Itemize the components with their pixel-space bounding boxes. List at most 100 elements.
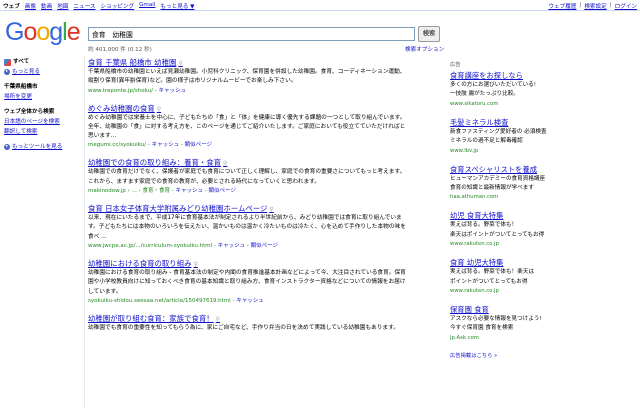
ad-url: www.lbv.jp (450, 147, 479, 154)
google-logo[interactable]: Google (5, 18, 81, 46)
result-item: 幼稚園が取り組む食育：家族で食育！ ⚲ 幼稚園でも食育の重要性を知ってもらう為に、… (88, 314, 418, 333)
ad-url: www.rakuten.co.jp (450, 288, 499, 295)
ad-url: jp.Ask.com (450, 334, 479, 341)
similar-link[interactable]: 類似ページ (209, 188, 236, 194)
similar-link[interactable]: 類似ページ (185, 142, 212, 148)
ad-text: 一技肢 腸がたっぷり比較。 (450, 91, 519, 98)
nav-shopping[interactable]: ショッピング (101, 2, 135, 10)
left-sidebar: すべて ▸ もっと見る 千葉県船橋市 場所を変更 ウェブ全体から検索 日本語のペ… (4, 57, 82, 152)
ad-item: 食育 幼児大特集 実えば背る。野菜で体も！楽天は ポイントがついてとってもお得 … (450, 257, 635, 296)
preview-magnifier-icon[interactable]: ⚲ (216, 316, 220, 323)
ad-title[interactable]: 保育園 食育 (450, 304, 635, 315)
sidebar-more-tools[interactable]: ▸ もっとツールを見る (4, 142, 82, 152)
ads-info-link[interactable]: 広告掲載はこちら » (450, 351, 635, 359)
result-url: syokuiku-shidou.seesaa.net/article/15049… (88, 297, 264, 304)
preview-magnifier-icon[interactable]: ⚲ (193, 261, 197, 268)
preview-magnifier-icon[interactable]: ⚲ (223, 160, 227, 167)
sidebar-option-translate[interactable]: 翻訳して検索 (4, 127, 82, 137)
result-item: めぐみ幼稚園の食育 ⚲ めぐみ幼稚園では栄養士を中心に、子どもたちの「食」と「体」… (88, 104, 418, 151)
result-item: 幼稚園における食育の取り組み ⚲ 幼稚園における食育の取り組み - 食育基本法の制… (88, 259, 418, 306)
sidebar-item-all[interactable]: すべて (4, 57, 82, 67)
ad-text: 多くの方にお選びいただいている! (450, 82, 536, 88)
result-title[interactable]: 食育 千葉県 船橋市 幼稚園 ⚲ (88, 58, 418, 68)
cache-link[interactable]: キャッシュ (158, 88, 186, 94)
preview-magnifier-icon[interactable]: ⚲ (269, 206, 273, 213)
result-item: 食育 千葉県 船橋市 幼稚園 ⚲ 千葉県船橋市の幼稚園といえば見瀬幼稚園。小児科ク… (88, 58, 418, 96)
search-input[interactable] (89, 28, 414, 40)
result-title[interactable]: 幼稚園が取り組む食育：家族で食育！ ⚲ (88, 314, 418, 324)
ad-text: ポイントがついてとってもお得 (450, 278, 528, 285)
result-title[interactable]: 幼稚園における食育の取り組み ⚲ (88, 259, 418, 269)
location-change-link[interactable]: 場所を変更 (4, 92, 32, 102)
result-title[interactable]: めぐみ幼稚園の食育 ⚲ (88, 104, 418, 114)
expand-arrow-icon: ▸ (4, 69, 10, 75)
result-snippet: 幼稚園でも食育の重要性を知ってもらう為に、家にご自宅など、手作り弁当の日を決めて… (88, 324, 399, 331)
search-box[interactable] (88, 27, 415, 41)
ad-title[interactable]: 毛髪ミネラル検査 (450, 117, 635, 128)
result-snippet: 千葉県船橋市の幼稚園といえば見瀬幼稚園。小児科クリニック、保育園を併設した幼稚園… (88, 69, 406, 85)
ad-title[interactable]: 幼児 食育大特集 (450, 210, 635, 221)
nav-images[interactable]: 画像 (25, 2, 36, 10)
cache-link[interactable]: キャッシュ (176, 188, 204, 194)
similar-link[interactable]: 類似ページ (251, 243, 278, 249)
result-stats: 約 401,000 件 (0.12 秒) (88, 47, 152, 53)
ad-item: 幼児 食育大特集 実えば背る。野菜で体も！ 楽天はポイントがついてとってもお得 … (450, 210, 635, 249)
location-heading: 千葉県船橋市 (4, 84, 38, 90)
ad-text: 楽天はポイントがついてとってもお得 (450, 231, 545, 238)
ads-column: 広告 食育講座をお探しなら 多くの方にお選びいただいている! 一技肢 腸がたっぷ… (450, 60, 635, 359)
ad-text: 今すぐ保育園 食育を検索 (450, 325, 514, 332)
ad-url: www.sikatoru.com (450, 100, 499, 107)
ad-url: www.rakuten.co.jp (450, 241, 499, 248)
ad-item: 毛髪ミネラル検査 新食ファスティング愛好者の 必須検査 ミネラルの過不足と解毒確… (450, 117, 635, 156)
ad-title[interactable]: 食育スペシャリストを養成 (450, 164, 635, 175)
preview-magnifier-icon[interactable]: ⚲ (178, 60, 182, 67)
sidebar-divider (84, 57, 85, 407)
ad-item: 食育講座をお探しなら 多くの方にお選びいただいている! 一技肢 腸がたっぷり比較… (450, 70, 635, 109)
more-tools-link[interactable]: もっとツールを見る (12, 142, 62, 152)
search-settings-link[interactable]: 検索設定 (584, 2, 606, 10)
nav-news[interactable]: ニュース (73, 2, 95, 10)
ad-text: ヒューマンアカデミーの食育資格講座 (450, 175, 546, 182)
web-history-link[interactable]: ウェブ履歴 (548, 2, 576, 10)
sidebar-option-japanese[interactable]: 日本語のページを検索 (4, 117, 82, 127)
ad-text: 新食ファスティング愛好者の 必須検査 (450, 128, 547, 135)
ad-item: 保育園 食育 アスクなら必要な情報を見つけよう! 今すぐ保育園 食育を検索 jp… (450, 304, 635, 343)
result-title[interactable]: 食育 日本女子体育大学附属みどり幼稚園ホームページ ⚲ (88, 204, 418, 214)
preview-magnifier-icon[interactable]: ⚲ (157, 106, 161, 113)
nav-gmail[interactable]: Gmail (139, 2, 155, 10)
search-button[interactable]: 検索 (418, 26, 440, 42)
everything-icon (4, 58, 11, 66)
result-url: megumi.cc/syokuiku/ - キャッシュ - 類似ページ (88, 142, 212, 149)
result-snippet: 幼稚園での食育だけでなく、保護者が家庭でも食育について正しく理解し、家庭での食育… (88, 169, 406, 185)
nav-web[interactable]: ウェブ (3, 2, 20, 10)
ad-title[interactable]: 食育講座をお探しなら (450, 70, 635, 81)
nav-more[interactable]: もっと見る ▼ (160, 2, 194, 10)
ad-url: haa.athuman.com (450, 194, 499, 201)
search-results: 食育 千葉県 船橋市 幼稚園 ⚲ 千葉県船橋市の幼稚園といえば見瀬幼稚園。小児科ク… (88, 58, 418, 341)
top-nav: ウェブ 画像 動画 地図 ニュース ショッピング Gmail もっと見る ▼ (3, 2, 194, 10)
result-snippet: 以来、現在にいたるまで、平成17年に食育基本法が制定されるより半世紀前から、みど… (88, 215, 406, 240)
location-change[interactable]: 場所を変更 (4, 92, 82, 102)
nav-maps[interactable]: 地図 (57, 2, 68, 10)
sidebar-more[interactable]: ▸ もっと見る (4, 67, 82, 77)
japanese-pages-link[interactable]: 日本語のページを検索 (4, 117, 60, 127)
result-snippet: 幼稚園における食育の取り組み - 食育基本法の制定や内閣の食育推進基本計画などに… (88, 269, 406, 295)
login-link[interactable]: ログイン (615, 2, 637, 10)
search-options-link[interactable]: 検索オプション (405, 45, 444, 53)
result-url: www.jwcpe.ac.jp/.../curriculum-syokuiku.… (88, 242, 279, 249)
sidebar-all-label: すべて (13, 59, 30, 65)
translate-search-link[interactable]: 翻訳して検索 (4, 127, 37, 137)
ad-title[interactable]: 食育 幼児大特集 (450, 257, 635, 268)
result-title[interactable]: 幼稚園での食育の取り組み：養育・食育 ⚲ (88, 158, 418, 168)
result-url: makinodow.jp › ... › 食育・食育 - キャッシュ - 類似ペ… (88, 188, 236, 195)
nav-videos[interactable]: 動画 (41, 2, 52, 10)
sidebar-more-link[interactable]: もっと見る (12, 67, 40, 77)
result-item: 食育 日本女子体育大学附属みどり幼稚園ホームページ ⚲ 以来、現在にいたるまで、平… (88, 204, 418, 251)
cache-link[interactable]: キャッシュ (236, 298, 264, 304)
cache-link[interactable]: キャッシュ (152, 142, 180, 148)
cache-link[interactable]: キャッシュ (218, 243, 246, 249)
result-snippet: めぐみ幼稚園では栄養士を中心に、子どもたちの「食」と「体」を健康に導く優先する課… (88, 114, 406, 140)
ad-text: アスクなら必要な情報を見つけよう! (450, 316, 542, 323)
account-links: ウェブ履歴 | 検索設定 | ログイン (548, 2, 637, 10)
separator: | (579, 2, 582, 8)
